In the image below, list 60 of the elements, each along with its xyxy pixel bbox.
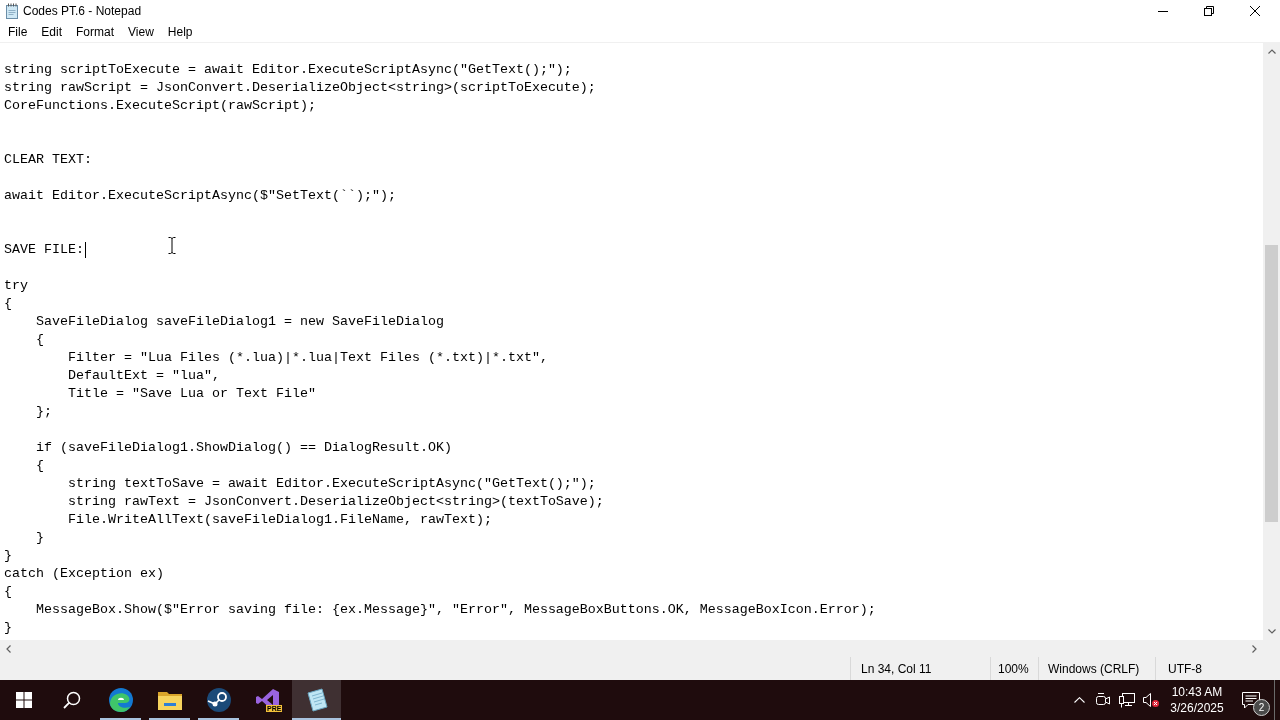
notification-button[interactable]: 2 — [1228, 680, 1274, 720]
code-line: await Editor.ExecuteScriptAsync($"SetText(``);"); — [4, 187, 396, 205]
notepad-icon — [5, 3, 19, 19]
restore-icon — [1204, 6, 1214, 16]
code-line: File.WriteAllText(saveFileDialog1.FileName, rawText); — [67, 511, 492, 529]
encoding: UTF-8 — [1168, 661, 1202, 676]
code-line: { — [4, 295, 12, 313]
code-line: CLEAR TEXT: — [4, 151, 92, 169]
clock-button[interactable]: 10:43 AM 3/26/2025 — [1166, 680, 1228, 720]
taskbar-button[interactable] — [292, 680, 341, 720]
cursor-position: Ln 34, Col 11 — [861, 661, 932, 676]
code-line: Title = "Save Lua or Text File" — [67, 385, 316, 403]
i-beam-pointer-icon — [168, 237, 176, 254]
code-line: } — [35, 529, 44, 547]
swirl-logo-icon — [108, 688, 133, 712]
code-line: string rawScript = JsonConvert.DeserializeObject<string>(scriptToExecute); — [4, 79, 596, 97]
network-icon — [1119, 692, 1135, 708]
notification-count-badge: 2 — [1253, 699, 1270, 716]
windows-logo-icon — [16, 692, 32, 708]
scroll-thumb[interactable] — [1265, 245, 1278, 522]
menu-item[interactable]: Edit — [34, 22, 70, 42]
code-line: try — [4, 277, 28, 295]
close-icon — [1250, 6, 1260, 16]
menu-item[interactable]: Help — [160, 22, 200, 42]
chevron-down-icon — [1267, 629, 1276, 634]
folder-icon — [157, 690, 182, 710]
chevron-left-icon — [6, 644, 11, 653]
menu-item[interactable]: File — [1, 22, 35, 42]
zoom-level: 100% — [998, 661, 1029, 676]
menu-item[interactable]: Format — [69, 22, 122, 42]
code-line: SAVE FILE: — [4, 241, 84, 259]
minimize-icon — [1158, 10, 1168, 12]
vertical-scrollbar[interactable] — [1263, 43, 1280, 640]
camera-icon — [1096, 693, 1110, 707]
code-line: DefaultExt = "lua", — [67, 367, 220, 385]
code-line: } — [4, 619, 12, 637]
line-endings: Windows (CRLF) — [1048, 661, 1140, 676]
chevron-up-icon — [1073, 697, 1085, 703]
code-line: }; — [35, 403, 52, 421]
window-title: Codes PT.6 - Notepad — [23, 4, 142, 18]
code-line: } — [4, 547, 12, 565]
code-line: string scriptToExecute = await Editor.ExecuteScriptAsync("GetText();"); — [4, 61, 572, 79]
code-line: CoreFunctions.ExecuteScript(rawScript); — [4, 97, 316, 115]
chevron-right-icon — [1252, 644, 1257, 653]
code-line: if (saveFileDialog1.ShowDialog() == DialogResult.OK) — [35, 439, 452, 457]
speech-bubble-icon — [1242, 691, 1260, 709]
notepad-icon — [304, 688, 329, 712]
code-line: { — [35, 457, 44, 475]
round-logo-icon — [206, 688, 231, 712]
code-line: Filter = "Lua Files (*.lua)|*.lua|Text Files (*.txt)|*.txt", — [67, 349, 548, 367]
chevron-up-icon — [1267, 49, 1276, 54]
code-line: catch (Exception ex) — [4, 565, 164, 583]
menu-item[interactable]: View — [121, 22, 161, 42]
code-line: { — [35, 331, 44, 349]
search-icon — [63, 691, 81, 709]
code-line: MessageBox.Show($"Error saving file: {ex.Message}", "Error", MessageBoxButtons.OK, MessageBoxIcon.Error); — [35, 601, 876, 619]
code-line: SaveFileDialog saveFileDialog1 = new SaveFileDialog — [35, 313, 444, 331]
code-line: { — [4, 583, 12, 601]
code-line: string rawText = JsonConvert.DeserializeObject<string>(textToSave); — [67, 493, 604, 511]
code-line: string textToSave = await Editor.ExecuteScriptAsync("GetText();"); — [67, 475, 596, 493]
